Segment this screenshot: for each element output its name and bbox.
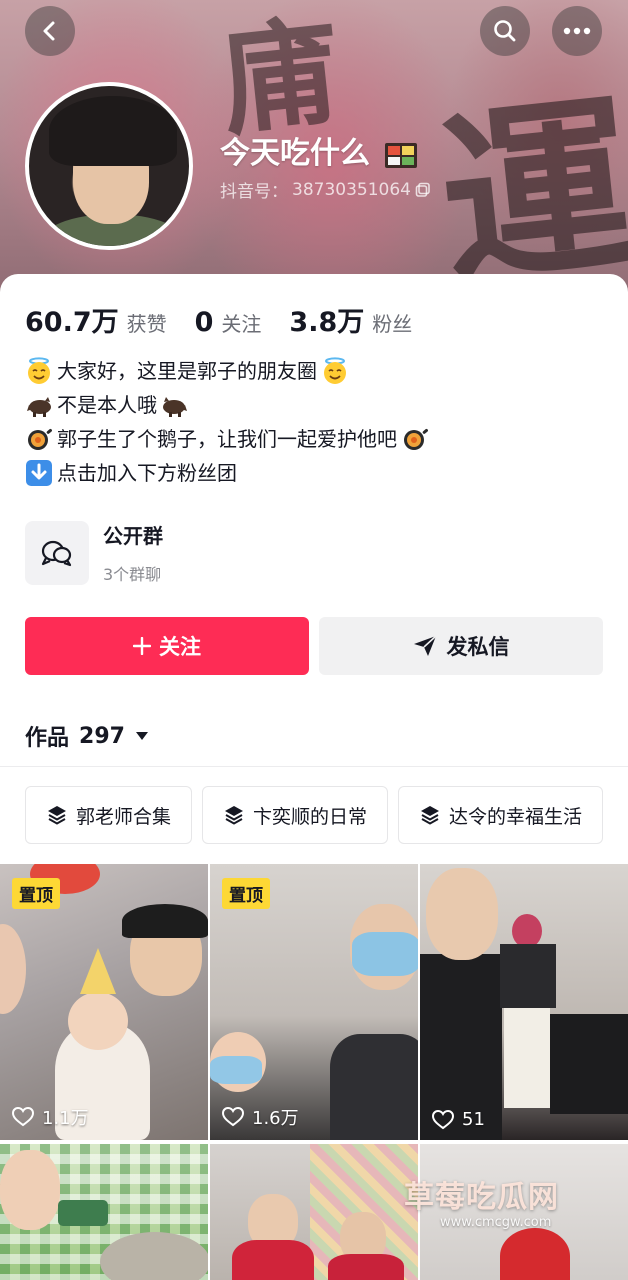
follow-button[interactable]: 关注 xyxy=(25,617,309,675)
bio-text: 不是本人哦 xyxy=(57,393,157,417)
stat-number: 0 xyxy=(194,307,214,338)
works-label: 作品 xyxy=(25,726,70,751)
like-count-text: 1.1万 xyxy=(42,1108,89,1129)
pan-emoji-icon xyxy=(28,428,52,450)
video-thumbnail[interactable] xyxy=(210,1144,418,1280)
send-message-label: 发私信 xyxy=(446,635,510,659)
pinned-badge: 置顶 xyxy=(12,878,60,909)
bio-line: 大家好，这里是郭子的朋友圈 xyxy=(25,354,605,388)
profile-banner: 庯 運 今天吃什么 抖音号： 38730351064 xyxy=(0,0,628,300)
bio-line: 郭子生了个鹅子，让我们一起爱护他吧 xyxy=(25,422,605,456)
profile-card: 60.7万 获赞 0 关注 3.8万 粉丝 大家好，这里是郭子的朋友圈 不是本人… xyxy=(0,274,628,1280)
profile-name: 今天吃什么 xyxy=(220,128,418,172)
stat-label: 获赞 xyxy=(126,312,167,336)
stat-label: 粉丝 xyxy=(372,312,413,336)
back-button[interactable] xyxy=(25,6,75,56)
stat-number: 3.8万 xyxy=(289,307,365,338)
group-chat-icon xyxy=(25,520,89,585)
like-count: 1.6万 xyxy=(222,1104,299,1130)
collection-chip[interactable]: 郭老师合集 xyxy=(25,786,193,844)
boar-emoji-icon xyxy=(163,397,187,417)
bio-text: 郭子生了个鹅子，让我们一起爱护他吧 xyxy=(57,427,397,451)
halo-smile-emoji-icon xyxy=(324,357,346,384)
bio-line: 不是本人哦 xyxy=(25,388,605,422)
heart-icon xyxy=(432,1109,454,1129)
send-paper-plane-icon xyxy=(413,635,437,656)
follow-button-label: 关注 xyxy=(159,635,201,659)
avatar-hair xyxy=(49,96,177,166)
group-title: 公开群 xyxy=(103,524,163,548)
group-subtitle: 3个群聊 xyxy=(103,565,162,584)
douyin-id-label: 抖音号： xyxy=(220,182,288,202)
collection-chip[interactable]: 卞奕顺的日常 xyxy=(202,786,389,844)
layers-icon xyxy=(225,806,244,825)
banner-calligraphy: 運 xyxy=(430,72,628,300)
divider xyxy=(0,766,628,767)
collection-label: 郭老师合集 xyxy=(76,805,172,828)
like-count: 1.1万 xyxy=(12,1104,89,1130)
layers-icon xyxy=(421,806,440,825)
halo-smile-emoji-icon xyxy=(28,357,50,384)
works-count: 297 xyxy=(79,723,125,749)
bio-line: 点击加入下方粉丝团 xyxy=(25,456,605,490)
chevron-left-icon xyxy=(43,21,55,41)
stat-following[interactable]: 0 关注 xyxy=(195,307,262,338)
boar-emoji-icon xyxy=(27,397,51,417)
collection-label: 达令的幸福生活 xyxy=(449,805,583,828)
copy-icon[interactable] xyxy=(415,182,431,198)
plus-icon xyxy=(133,637,151,655)
layers-icon xyxy=(48,806,66,825)
profile-name-text: 今天吃什么 xyxy=(220,136,370,171)
public-group-entry[interactable]: 公开群 3个群聊 xyxy=(25,520,163,585)
douyin-id[interactable]: 抖音号： 38730351064 xyxy=(220,177,431,202)
stat-label: 关注 xyxy=(221,312,262,336)
stats-row: 60.7万 获赞 0 关注 3.8万 粉丝 xyxy=(25,300,440,339)
like-count: 51 xyxy=(432,1109,485,1130)
watermark-url: www.cmcgw.com xyxy=(440,1215,552,1230)
douyin-id-value: 38730351064 xyxy=(292,179,411,200)
video-thumbnail[interactable]: 置顶 1.1万 xyxy=(0,864,208,1140)
more-dots-icon xyxy=(563,27,591,35)
heart-icon xyxy=(12,1107,34,1127)
works-tab[interactable]: 作品 297 xyxy=(25,720,149,752)
stat-followers[interactable]: 3.8万 粉丝 xyxy=(289,300,412,339)
video-thumbnail[interactable] xyxy=(0,1144,208,1280)
heart-icon xyxy=(222,1107,244,1127)
collections-row: 郭老师合集 卞奕顺的日常 达令的幸福生活 xyxy=(25,786,604,844)
send-message-button[interactable]: 发私信 xyxy=(319,617,603,675)
caret-down-icon xyxy=(135,732,148,740)
video-thumbnail[interactable]: 51 xyxy=(420,864,628,1140)
pan-emoji-icon xyxy=(404,428,428,450)
collection-label: 卞奕顺的日常 xyxy=(253,805,368,828)
down-arrow-emoji-icon xyxy=(26,460,52,486)
bento-box-icon xyxy=(385,142,418,168)
bio-text: 大家好，这里是郭子的朋友圈 xyxy=(57,359,317,383)
bio-text: 点击加入下方粉丝团 xyxy=(57,461,237,485)
stat-likes[interactable]: 60.7万 获赞 xyxy=(25,300,167,339)
avatar[interactable] xyxy=(25,82,193,250)
watermark-text: 草莓吃瓜网 xyxy=(404,1180,559,1215)
search-icon xyxy=(494,20,516,42)
like-count-text: 1.6万 xyxy=(252,1108,299,1129)
collection-chip[interactable]: 达令的幸福生活 xyxy=(398,786,604,844)
pinned-badge: 置顶 xyxy=(222,878,270,909)
stat-number: 60.7万 xyxy=(25,307,119,338)
video-thumbnail[interactable]: 置顶 1.6万 xyxy=(210,864,418,1140)
more-options-button[interactable] xyxy=(552,6,602,56)
search-button[interactable] xyxy=(480,6,530,56)
bio: 大家好，这里是郭子的朋友圈 不是本人哦 郭子生了个鹅子，让我们一起爱护他吧 点击… xyxy=(25,354,605,490)
like-count-text: 51 xyxy=(462,1109,485,1130)
